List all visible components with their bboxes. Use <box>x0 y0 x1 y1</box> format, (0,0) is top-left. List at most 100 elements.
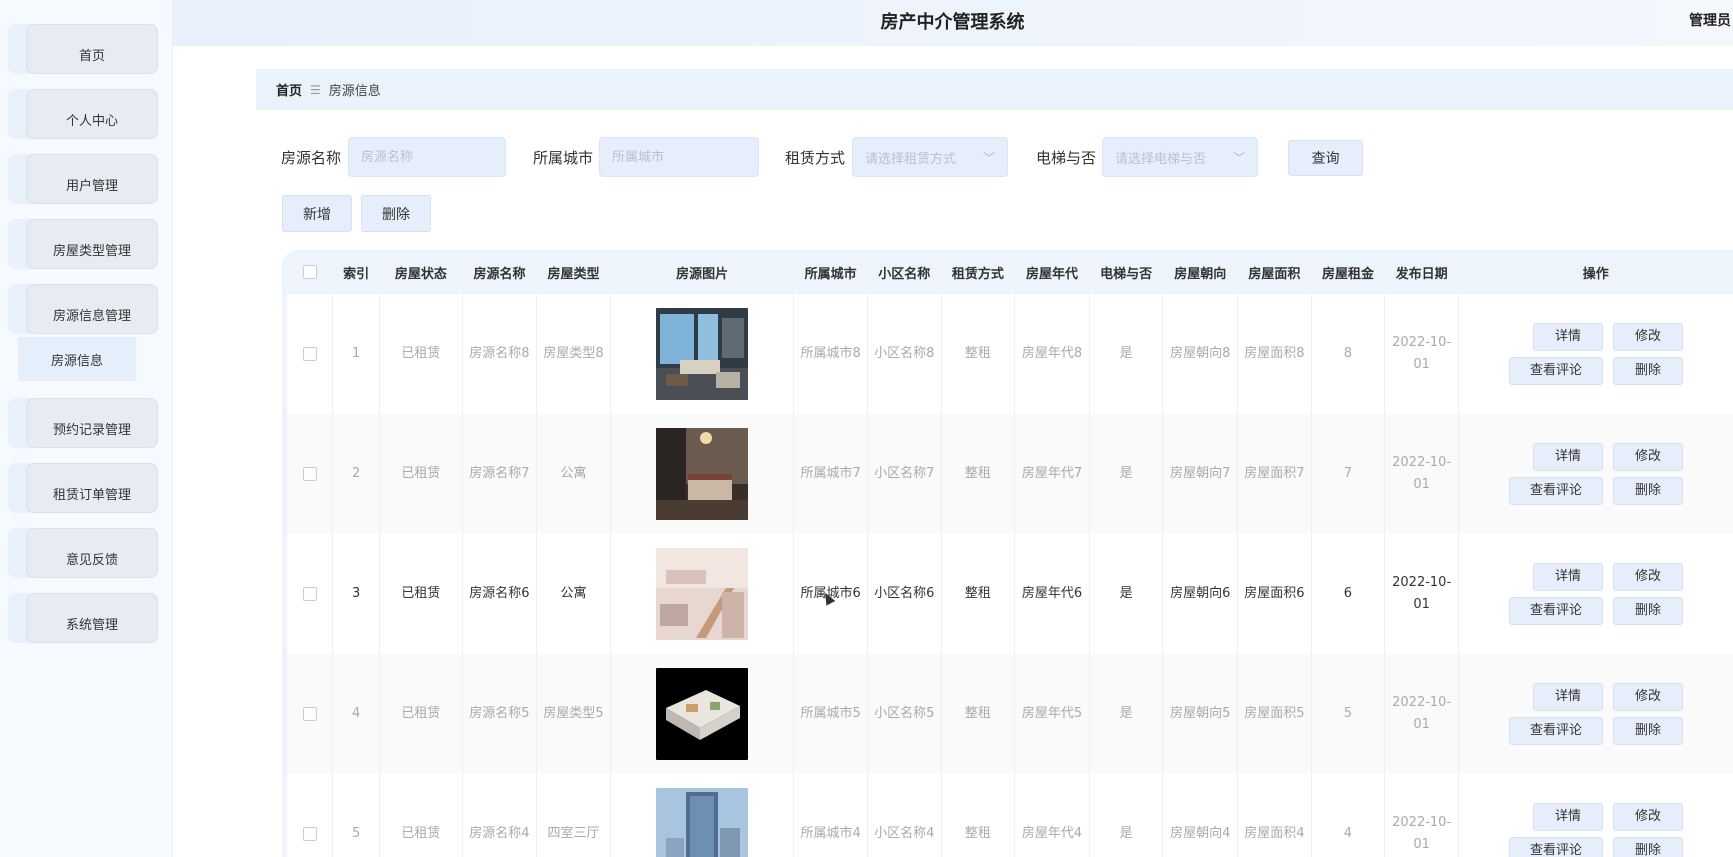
batch-delete-button[interactable]: 删除 <box>361 195 431 232</box>
column-header: 发布日期 <box>1384 250 1459 294</box>
column-header: 房屋年代 <box>1014 250 1090 294</box>
menu-icon: ☰ <box>310 82 321 97</box>
row-checkbox[interactable] <box>302 706 317 721</box>
column-header: 小区名称 <box>867 250 942 294</box>
cell-city: 所属城市8 <box>793 294 868 414</box>
breadcrumb: 首页 ☰ 房源信息 <box>256 69 1733 110</box>
view-comments-button[interactable]: 查看评论 <box>1509 477 1603 505</box>
cell-status: 已租赁 <box>379 654 463 774</box>
sidebar-item-feedback-group: 意见反馈 <box>8 528 158 578</box>
cell-rent-mode: 整租 <box>940 414 1015 534</box>
sidebar-item-home-group: 首页 <box>8 24 158 74</box>
city-search-input[interactable] <box>599 137 759 177</box>
elevator-select[interactable]: 请选择电梯与否 ﹀ <box>1102 137 1258 177</box>
name-search-input[interactable] <box>348 137 506 177</box>
row-checkbox[interactable] <box>302 346 317 361</box>
listing-table: 索引 房屋状态 房源名称 房屋类型 房源图片 所属城市 小区名称 租赁方式 房屋… <box>282 250 1733 857</box>
breadcrumb-home[interactable]: 首页 <box>276 80 302 99</box>
view-comments-button[interactable]: 查看评论 <box>1509 357 1603 385</box>
cell-rent: 7 <box>1310 414 1385 534</box>
sidebar-item-orders[interactable]: 租赁订单管理 <box>26 463 158 513</box>
sidebar-item-feedback[interactable]: 意见反馈 <box>26 528 158 578</box>
top-bar: 房产中介管理系统 管理员 <box>172 0 1733 46</box>
add-button[interactable]: 新增 <box>282 195 352 232</box>
cell-date: 2022-10-01 <box>1384 414 1459 534</box>
sidebar-item-home[interactable]: 首页 <box>26 24 158 74</box>
cell-age: 房屋年代7 <box>1014 414 1090 534</box>
sidebar-item-profile[interactable]: 个人中心 <box>26 89 158 139</box>
chevron-down-icon: ﹀ <box>1232 150 1245 165</box>
column-header: 房源名称 <box>462 250 537 294</box>
delete-button[interactable]: 删除 <box>1613 477 1683 505</box>
rent-mode-placeholder: 请选择租赁方式 <box>865 151 957 167</box>
table-row: 3 已租赁 房源名称6 公寓 所属城市6 小区名称6 整租 房屋年代6 是 房屋… <box>287 534 1733 654</box>
table-row: 1 已租赁 房源名称8 房屋类型8 所属城市8 小区名称8 整租 房屋年代8 是… <box>287 294 1733 414</box>
cell-orientation: 房屋朝向6 <box>1162 534 1238 654</box>
cell-city: 所属城市4 <box>793 774 868 857</box>
column-header: 房屋状态 <box>379 250 463 294</box>
delete-button[interactable]: 删除 <box>1613 357 1683 385</box>
table: 索引 房屋状态 房源名称 房屋类型 房源图片 所属城市 小区名称 租赁方式 房屋… <box>287 250 1733 857</box>
sidebar-subitem-listing-info[interactable]: 房源信息 <box>18 337 136 381</box>
listing-image-building <box>656 788 749 857</box>
cell-type: 四室三厅 <box>536 774 611 857</box>
sidebar-item-system[interactable]: 系统管理 <box>26 593 158 643</box>
cell-name: 房源名称5 <box>461 654 537 774</box>
user-menu[interactable]: 管理员 <box>1689 10 1731 30</box>
view-comments-button[interactable]: 查看评论 <box>1509 597 1603 625</box>
sidebar-item-house-types-group: 房屋类型管理 <box>8 219 158 269</box>
edit-button[interactable]: 修改 <box>1613 803 1683 831</box>
sidebar-item-house-types[interactable]: 房屋类型管理 <box>26 219 158 269</box>
cell-elevator: 是 <box>1088 774 1163 857</box>
detail-button[interactable]: 详情 <box>1533 323 1603 351</box>
table-row: 5 已租赁 房源名称4 四室三厅 所属城市4 小区名称4 整租 房屋年代4 是 … <box>287 774 1733 857</box>
sidebar-item-users[interactable]: 用户管理 <box>26 154 158 204</box>
column-header: 房屋朝向 <box>1162 250 1238 294</box>
column-header: 操作 <box>1458 250 1733 294</box>
cell-type: 公寓 <box>536 414 611 534</box>
edit-button[interactable]: 修改 <box>1613 443 1683 471</box>
cell-community: 小区名称4 <box>866 774 942 857</box>
row-checkbox[interactable] <box>302 466 317 481</box>
sidebar-item-listings-group: 房源信息管理 <box>8 284 158 334</box>
sidebar-item-listings[interactable]: 房源信息管理 <box>26 284 158 334</box>
select-all-checkbox[interactable] <box>302 265 317 279</box>
detail-button[interactable]: 详情 <box>1533 443 1603 471</box>
sidebar-item-appointments-group: 预约记录管理 <box>8 398 158 448</box>
detail-button[interactable]: 详情 <box>1533 683 1603 711</box>
sidebar-item-appointments[interactable]: 预约记录管理 <box>26 398 158 448</box>
sidebar: 首页 个人中心 用户管理 房屋类型管理 房源信息管理 房源信息 预约记录管理 租… <box>0 0 173 857</box>
cell-age: 房屋年代4 <box>1014 774 1090 857</box>
cell-index: 5 <box>332 774 380 857</box>
edit-button[interactable]: 修改 <box>1613 683 1683 711</box>
delete-button[interactable]: 删除 <box>1613 837 1683 857</box>
cell-city: 所属城市5 <box>793 654 868 774</box>
query-button[interactable]: 查询 <box>1288 140 1363 176</box>
listing-image-interior <box>656 308 749 400</box>
detail-button[interactable]: 详情 <box>1533 563 1603 591</box>
cell-community: 小区名称5 <box>866 654 942 774</box>
cell-area: 房屋面积4 <box>1237 774 1312 857</box>
cell-rent: 6 <box>1310 534 1385 654</box>
cell-city: 所属城市7 <box>793 414 868 534</box>
cell-index: 4 <box>332 654 380 774</box>
edit-button[interactable]: 修改 <box>1613 323 1683 351</box>
delete-button[interactable]: 删除 <box>1613 717 1683 745</box>
breadcrumb-current: 房源信息 <box>328 84 381 99</box>
row-actions: 详情 修改 查看评论 删除 <box>1459 803 1733 857</box>
delete-button[interactable]: 删除 <box>1613 597 1683 625</box>
column-header: 房屋面积 <box>1237 250 1312 294</box>
detail-button[interactable]: 详情 <box>1533 803 1603 831</box>
rent-mode-select[interactable]: 请选择租赁方式 ﹀ <box>852 137 1008 177</box>
view-comments-button[interactable]: 查看评论 <box>1509 837 1603 857</box>
edit-button[interactable]: 修改 <box>1613 563 1683 591</box>
row-checkbox[interactable] <box>302 586 317 601</box>
row-checkbox[interactable] <box>302 826 317 841</box>
elevator-placeholder: 请选择电梯与否 <box>1115 151 1207 167</box>
cell-elevator: 是 <box>1088 414 1163 534</box>
cell-date: 2022-10-01 <box>1384 534 1459 654</box>
table-row: 2 已租赁 房源名称7 公寓 所属城市7 小区名称7 整租 房屋年代7 是 房屋… <box>287 414 1733 534</box>
cell-rent-mode: 整租 <box>940 534 1015 654</box>
view-comments-button[interactable]: 查看评论 <box>1509 717 1603 745</box>
row-actions: 详情 修改 查看评论 删除 <box>1459 563 1733 625</box>
